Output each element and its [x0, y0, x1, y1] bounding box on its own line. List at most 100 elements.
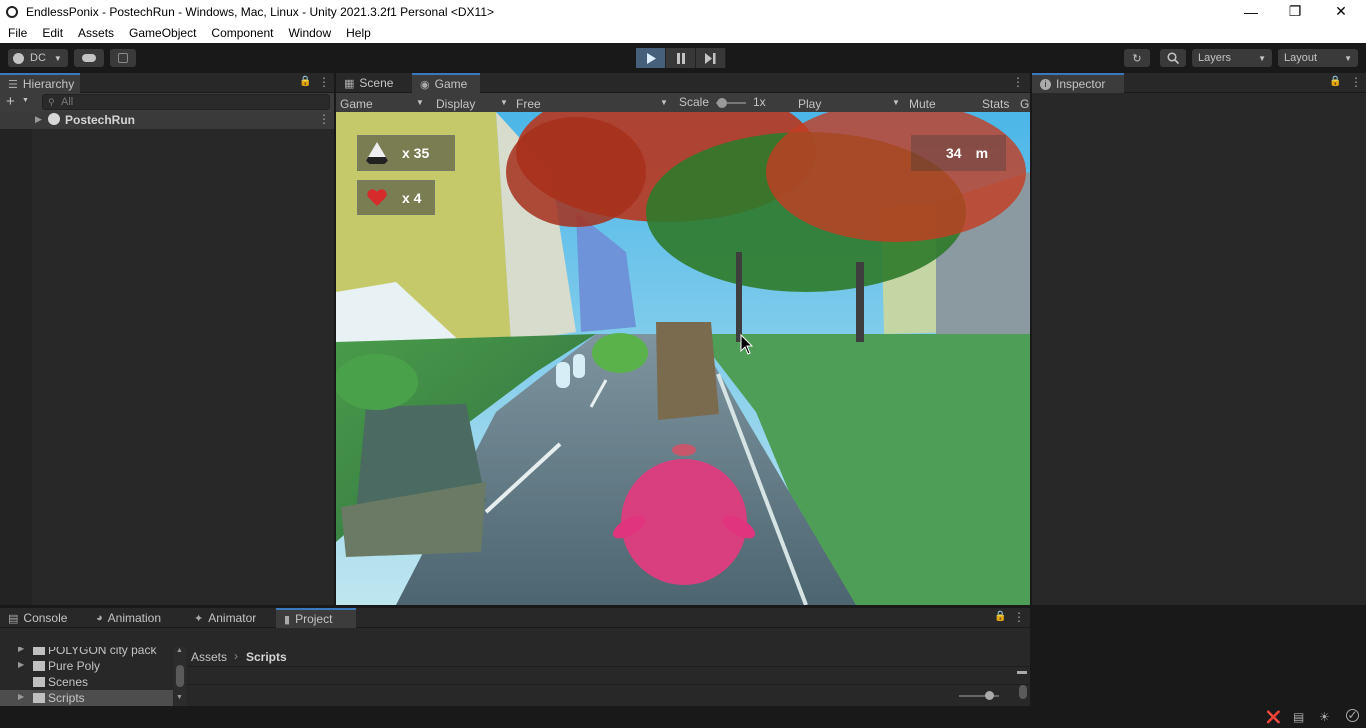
- chevron-down-icon: ▼: [660, 98, 668, 107]
- chevron-down-icon[interactable]: ▼: [22, 97, 29, 104]
- scroll-down-icon[interactable]: ▼: [176, 694, 183, 701]
- scale-slider-handle[interactable]: [717, 98, 727, 108]
- scale-value: 1x: [753, 95, 766, 109]
- account-dropdown[interactable]: DC ▼: [8, 49, 68, 67]
- folder-item[interactable]: Scenes: [0, 674, 173, 690]
- step-button[interactable]: [696, 48, 726, 68]
- folder-icon: [33, 693, 45, 703]
- search-placeholder: All: [61, 96, 74, 108]
- unity-logo-icon: [6, 5, 18, 18]
- collab-icon: [118, 53, 128, 63]
- collab-button[interactable]: [110, 49, 136, 67]
- breadcrumb-scripts[interactable]: Scripts: [246, 650, 287, 664]
- close-button[interactable]: ✕: [1318, 0, 1364, 23]
- tab-inspector[interactable]: i Inspector: [1032, 73, 1124, 93]
- folder-icon: [33, 677, 45, 687]
- breadcrumb-chevron-icon: ›: [234, 649, 238, 663]
- zoom-slider-handle[interactable]: [985, 691, 994, 700]
- play-button[interactable]: [636, 48, 666, 68]
- menu-file[interactable]: File: [0, 26, 34, 40]
- layers-dropdown[interactable]: Layers ▼: [1192, 49, 1272, 67]
- hierarchy-search-input[interactable]: ⚲ All: [42, 94, 330, 110]
- folder-label: Scripts: [48, 691, 85, 705]
- chevron-down-icon: ▼: [892, 98, 900, 107]
- expand-arrow-icon[interactable]: ▶: [35, 114, 42, 125]
- game-viewport[interactable]: x 35 x 4 34 m: [336, 112, 1030, 605]
- pause-button[interactable]: [666, 48, 696, 68]
- play-controls: [636, 48, 726, 68]
- hud-distance: 34 m: [911, 135, 1006, 171]
- debug-icon[interactable]: ❌: [1266, 710, 1281, 724]
- more-options-icon[interactable]: ⋮: [1012, 75, 1024, 89]
- checkmark-icon[interactable]: ✓: [1346, 709, 1359, 722]
- folder-label: Scenes: [48, 675, 89, 689]
- lock-icon[interactable]: 🔒: [994, 611, 1006, 622]
- game-render-scene: [336, 112, 1030, 605]
- expand-arrow-icon[interactable]: ▶: [18, 692, 24, 701]
- account-label: DC: [30, 52, 46, 64]
- tab-scene[interactable]: ▦ Scene: [336, 73, 408, 93]
- heart-icon: [367, 188, 387, 206]
- more-options-icon[interactable]: ⋮: [1350, 75, 1362, 89]
- project-panel: ▶ POLYGON city pack ▶ Pure Poly Scenes ▶…: [0, 628, 1030, 706]
- menu-edit[interactable]: Edit: [34, 26, 70, 40]
- cloud-button[interactable]: [74, 49, 104, 67]
- window-title: EndlessPonix - PostechRun - Windows, Mac…: [26, 4, 495, 19]
- menu-window[interactable]: Window: [280, 26, 338, 40]
- lock-icon[interactable]: 🔒: [299, 76, 311, 87]
- hud-riceball-counter: x 35: [357, 135, 455, 171]
- breadcrumb-assets[interactable]: Assets: [191, 650, 227, 664]
- folder-item[interactable]: ▶ POLYGON city pack: [0, 647, 173, 658]
- menu-assets[interactable]: Assets: [70, 26, 121, 40]
- layout-dropdown[interactable]: Layout ▼: [1278, 49, 1358, 67]
- scrollbar-thumb[interactable]: [176, 665, 184, 687]
- expand-arrow-icon[interactable]: ▶: [18, 660, 24, 669]
- project-breadcrumb: Assets › Scripts: [187, 647, 1030, 667]
- search-button[interactable]: [1160, 49, 1186, 67]
- progress-icon[interactable]: ▤: [1293, 710, 1304, 724]
- scrollbar-thumb[interactable]: [1019, 685, 1027, 699]
- lock-icon[interactable]: 🔒: [1329, 76, 1341, 87]
- tab-animation[interactable]: ◕ Animation: [88, 608, 180, 628]
- folder-item-selected[interactable]: ▶ Scripts: [0, 690, 173, 706]
- unity-scene-icon: [48, 113, 60, 125]
- menu-component[interactable]: Component: [203, 26, 280, 40]
- asset-list-area: [187, 668, 1030, 706]
- chevron-down-icon: ▼: [1258, 53, 1266, 63]
- console-tab-label: Console: [23, 611, 68, 625]
- view-mode-label: Game: [340, 97, 373, 111]
- tab-hierarchy[interactable]: ☰ Hierarchy: [0, 73, 80, 93]
- scroll-up-icon[interactable]: ▲: [176, 647, 183, 654]
- scene-root-label: PostechRun: [65, 113, 136, 127]
- riceball-count: x 35: [402, 145, 430, 161]
- more-options-icon[interactable]: ⋮: [318, 112, 330, 126]
- expand-arrow-icon[interactable]: ▶: [18, 647, 24, 653]
- lighting-icon[interactable]: ☀: [1319, 710, 1330, 724]
- tab-console[interactable]: ▤ Console: [0, 608, 86, 628]
- distance-unit: m: [975, 145, 989, 161]
- animator-tab-label: Animator: [208, 611, 257, 625]
- undo-history-button[interactable]: ↻: [1124, 49, 1150, 67]
- folder-item[interactable]: ▶ Pure Poly: [0, 658, 173, 674]
- tab-animator[interactable]: ✦ Animator: [186, 608, 272, 628]
- restore-button[interactable]: ❐: [1272, 0, 1318, 23]
- list-view-scroll-icon[interactable]: [1017, 671, 1027, 674]
- tab-project[interactable]: ▮ Project: [276, 608, 356, 628]
- hierarchy-tree: ▶ PostechRun ⋮: [0, 112, 334, 605]
- window-titlebar: EndlessPonix - PostechRun - Windows, Mac…: [0, 0, 1366, 23]
- menu-gameobject[interactable]: GameObject: [121, 26, 203, 40]
- folder-tree-scrollbar[interactable]: ▲ ▼: [174, 647, 186, 706]
- account-icon: [13, 52, 24, 64]
- scene-root-item[interactable]: ▶ PostechRun ⋮: [0, 112, 334, 129]
- folder-icon: [33, 661, 45, 671]
- minimize-button[interactable]: —: [1228, 0, 1274, 23]
- menu-help[interactable]: Help: [338, 26, 378, 40]
- add-icon[interactable]: +: [6, 93, 15, 110]
- more-options-icon[interactable]: ⋮: [318, 75, 330, 89]
- inspector-tab-label: Inspector: [1056, 77, 1106, 91]
- info-icon: i: [1040, 78, 1051, 90]
- chevron-down-icon: ▼: [53, 53, 62, 63]
- tab-game[interactable]: ◉ Game: [412, 73, 480, 93]
- more-options-icon[interactable]: ⋮: [1013, 610, 1025, 624]
- inspector-header: i Inspector 🔒 ⋮: [1032, 73, 1366, 93]
